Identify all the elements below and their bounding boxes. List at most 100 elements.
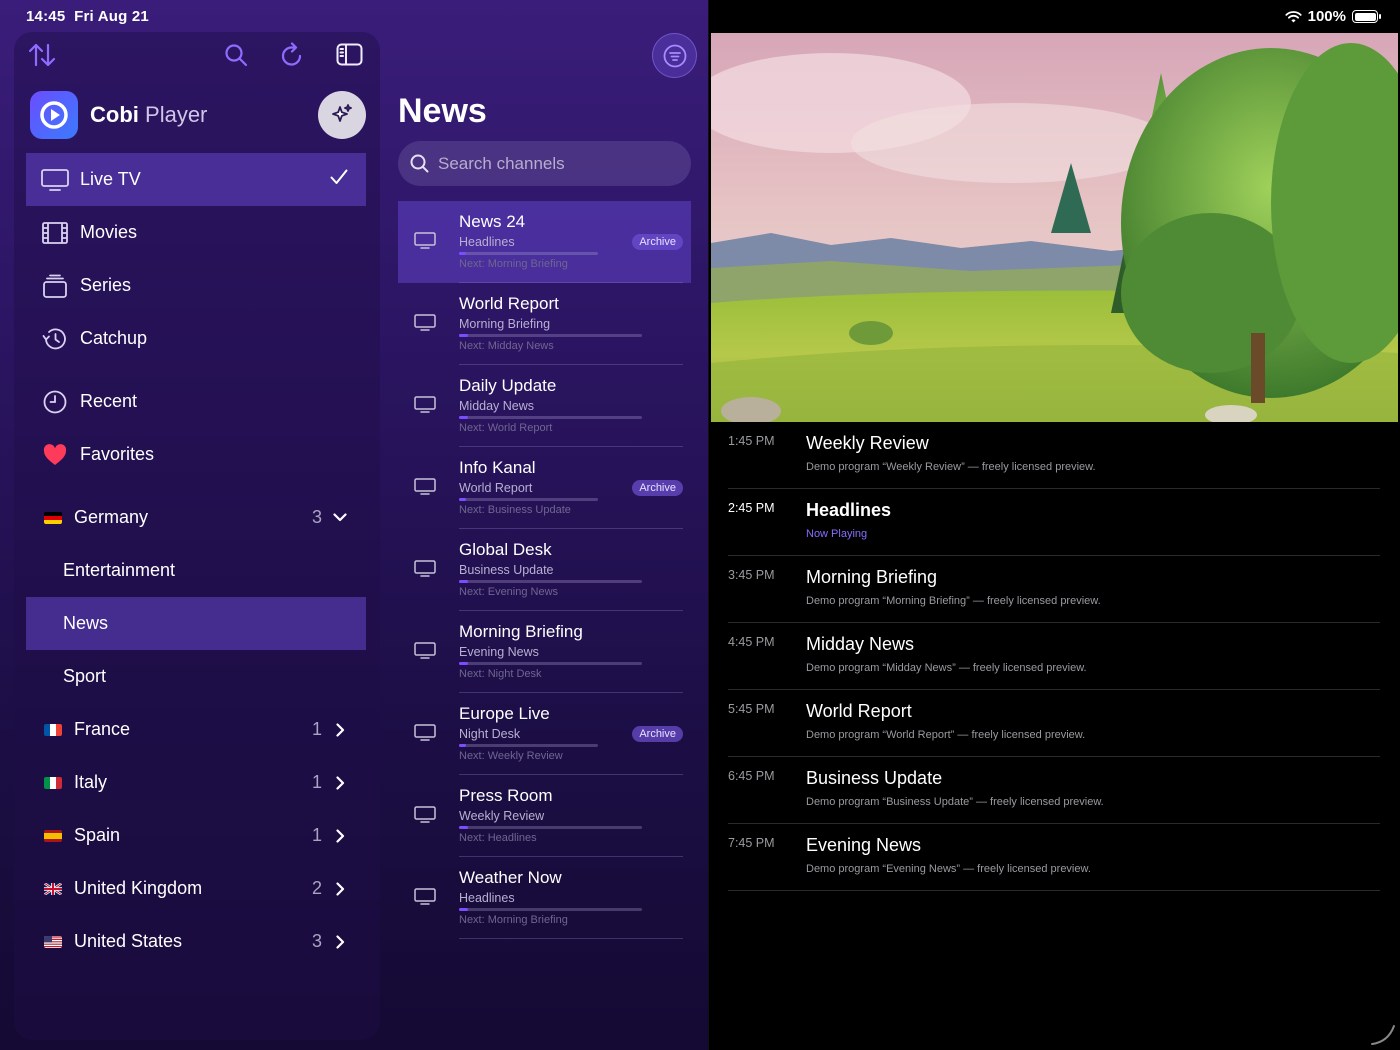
current-program: Weekly Review (459, 809, 545, 823)
search-input[interactable] (438, 153, 668, 174)
guide-row[interactable]: 6:45 PM Business Update Demo program “Busi… (728, 757, 1380, 824)
sidebar-item-movies[interactable]: Movies (26, 206, 366, 259)
sidebar-item-label: Recent (80, 391, 138, 411)
country-label: France (74, 719, 131, 739)
channel-name: Info Kanal (459, 458, 536, 477)
country-label: Italy (74, 772, 108, 792)
sidebar-item-live-tv[interactable]: Live TV (26, 153, 366, 206)
video-player[interactable] (711, 33, 1398, 422)
archive-badge[interactable]: Archive (632, 726, 683, 742)
country-count: 3 (311, 507, 322, 527)
archive-badge[interactable]: Archive (632, 480, 683, 496)
channel-name: Europe Live (459, 704, 550, 723)
tv-icon (414, 724, 436, 746)
country-count: 2 (311, 878, 322, 898)
country-count: 1 (311, 772, 322, 792)
channel-row[interactable]: Daily Update Midday News Next: World Repor… (398, 365, 691, 447)
tv-icon (414, 314, 436, 336)
sidebar-country-united-states[interactable]: United States 3 (26, 915, 366, 968)
tv-icon (414, 642, 436, 664)
channel-row[interactable]: Morning Briefing Evening News Next: Night … (398, 611, 691, 693)
channel-name: Weather Now (459, 868, 562, 887)
channel-row[interactable]: Global Desk Business Update Next: Evening … (398, 529, 691, 611)
guide-row[interactable]: 2:45 PM Headlines Now Playing (728, 489, 1380, 556)
current-program: Headlines (459, 235, 515, 249)
sidebar-group-entertainment[interactable]: Entertainment (26, 544, 366, 597)
film-icon (40, 221, 70, 244)
sidebar-group-sport[interactable]: Sport (26, 650, 366, 703)
pane-divider (708, 0, 709, 1050)
italy-flag-icon (44, 776, 62, 789)
guide-row[interactable]: 5:45 PM World Report Demo program “World R… (728, 690, 1380, 757)
group-label: Sport (63, 666, 107, 686)
heart-icon (40, 443, 70, 466)
search-icon[interactable] (224, 43, 248, 67)
chevron-right-icon (330, 828, 350, 843)
sidebar-item-series[interactable]: Series (26, 259, 366, 312)
search-bar[interactable] (398, 141, 691, 186)
filter-button[interactable] (652, 33, 697, 78)
channel-row[interactable]: World Report Morning Briefing Next: Midday… (398, 283, 691, 365)
channel-name: News 24 (459, 212, 526, 231)
program-description: Now Playing (806, 528, 868, 540)
program-description: Demo program “Morning Briefing” — freely… (806, 595, 1101, 607)
channel-row[interactable]: Info Kanal World Report Next: Business Upd… (398, 447, 691, 529)
guide-row[interactable]: 7:45 PM Evening News Demo program “Evening… (728, 824, 1380, 891)
program-progress-bar (459, 334, 642, 337)
sidebar-item-recent[interactable]: Recent (26, 375, 366, 428)
sidebar-country-united-kingdom[interactable]: United Kingdom 2 (26, 862, 366, 915)
germany-flag-icon (44, 511, 62, 524)
sidebar-country-germany[interactable]: Germany 3 (26, 491, 366, 544)
group-label: Entertainment (63, 560, 176, 580)
current-program: Morning Briefing (459, 317, 551, 331)
program-progress-bar (459, 498, 598, 501)
magic-sparkle-button[interactable] (318, 91, 366, 139)
sidebar-toggle-icon[interactable] (336, 43, 363, 66)
sidebar-country-italy[interactable]: Italy 1 (26, 756, 366, 809)
sidebar-country-spain[interactable]: Spain 1 (26, 809, 366, 862)
program-description: Demo program “Weekly Review” — freely li… (806, 461, 1096, 473)
chevron-down-icon (330, 513, 350, 522)
sidebar-item-label: Catchup (80, 328, 148, 348)
program-progress-bar (459, 252, 598, 255)
resize-handle-icon[interactable] (1370, 1020, 1396, 1046)
tv-icon (414, 888, 436, 910)
country-label: Germany (74, 507, 149, 527)
guide-row[interactable]: 1:45 PM Weekly Review Demo program “Weekly… (728, 422, 1380, 489)
chevron-right-icon (330, 881, 350, 896)
sidebar-item-label: Favorites (80, 444, 155, 464)
sidebar-group-news[interactable]: News (26, 597, 366, 650)
channel-row[interactable]: News 24 Headlines Next: Morning Briefing Ar… (398, 201, 691, 283)
program-title: World Report (806, 701, 912, 721)
current-program: Headlines (459, 891, 515, 905)
history-clock-icon (40, 327, 70, 351)
channel-row[interactable]: Press Room Weekly Review Next: Headlines (398, 775, 691, 857)
archive-badge[interactable]: Archive (632, 234, 683, 250)
next-program: Next: World Report (459, 422, 553, 434)
sort-icon[interactable] (28, 42, 56, 68)
row-divider (459, 938, 683, 939)
sidebar-item-label: Movies (80, 222, 138, 242)
sidebar-country-france[interactable]: France 1 (26, 703, 366, 756)
spain-flag-icon (44, 829, 62, 842)
channel-row[interactable]: Weather Now Headlines Next: Morning Briefi… (398, 857, 691, 939)
app-name-light: Player (145, 102, 208, 127)
program-progress-bar (459, 580, 642, 583)
search-icon (410, 154, 429, 173)
next-program: Next: Midday News (459, 340, 554, 352)
current-program: Midday News (459, 399, 535, 413)
current-program: World Report (459, 481, 533, 495)
sidebar-item-catchup[interactable]: Catchup (26, 312, 366, 365)
program-title: Evening News (806, 835, 922, 855)
refresh-icon[interactable] (280, 42, 304, 68)
app-name: Cobi Player (90, 102, 207, 128)
guide-row[interactable]: 4:45 PM Midday News Demo program “Midday N… (728, 623, 1380, 690)
program-progress-bar (459, 416, 642, 419)
current-program: Evening News (459, 645, 539, 659)
country-label: Spain (74, 825, 121, 845)
program-time: 3:45 PM (728, 568, 775, 582)
channel-row[interactable]: Europe Live Night Desk Next: Weekly Review… (398, 693, 691, 775)
tv-icon (414, 478, 436, 500)
sidebar-item-favorites[interactable]: Favorites (26, 428, 366, 481)
guide-row[interactable]: 3:45 PM Morning Briefing Demo program “Mor… (728, 556, 1380, 623)
